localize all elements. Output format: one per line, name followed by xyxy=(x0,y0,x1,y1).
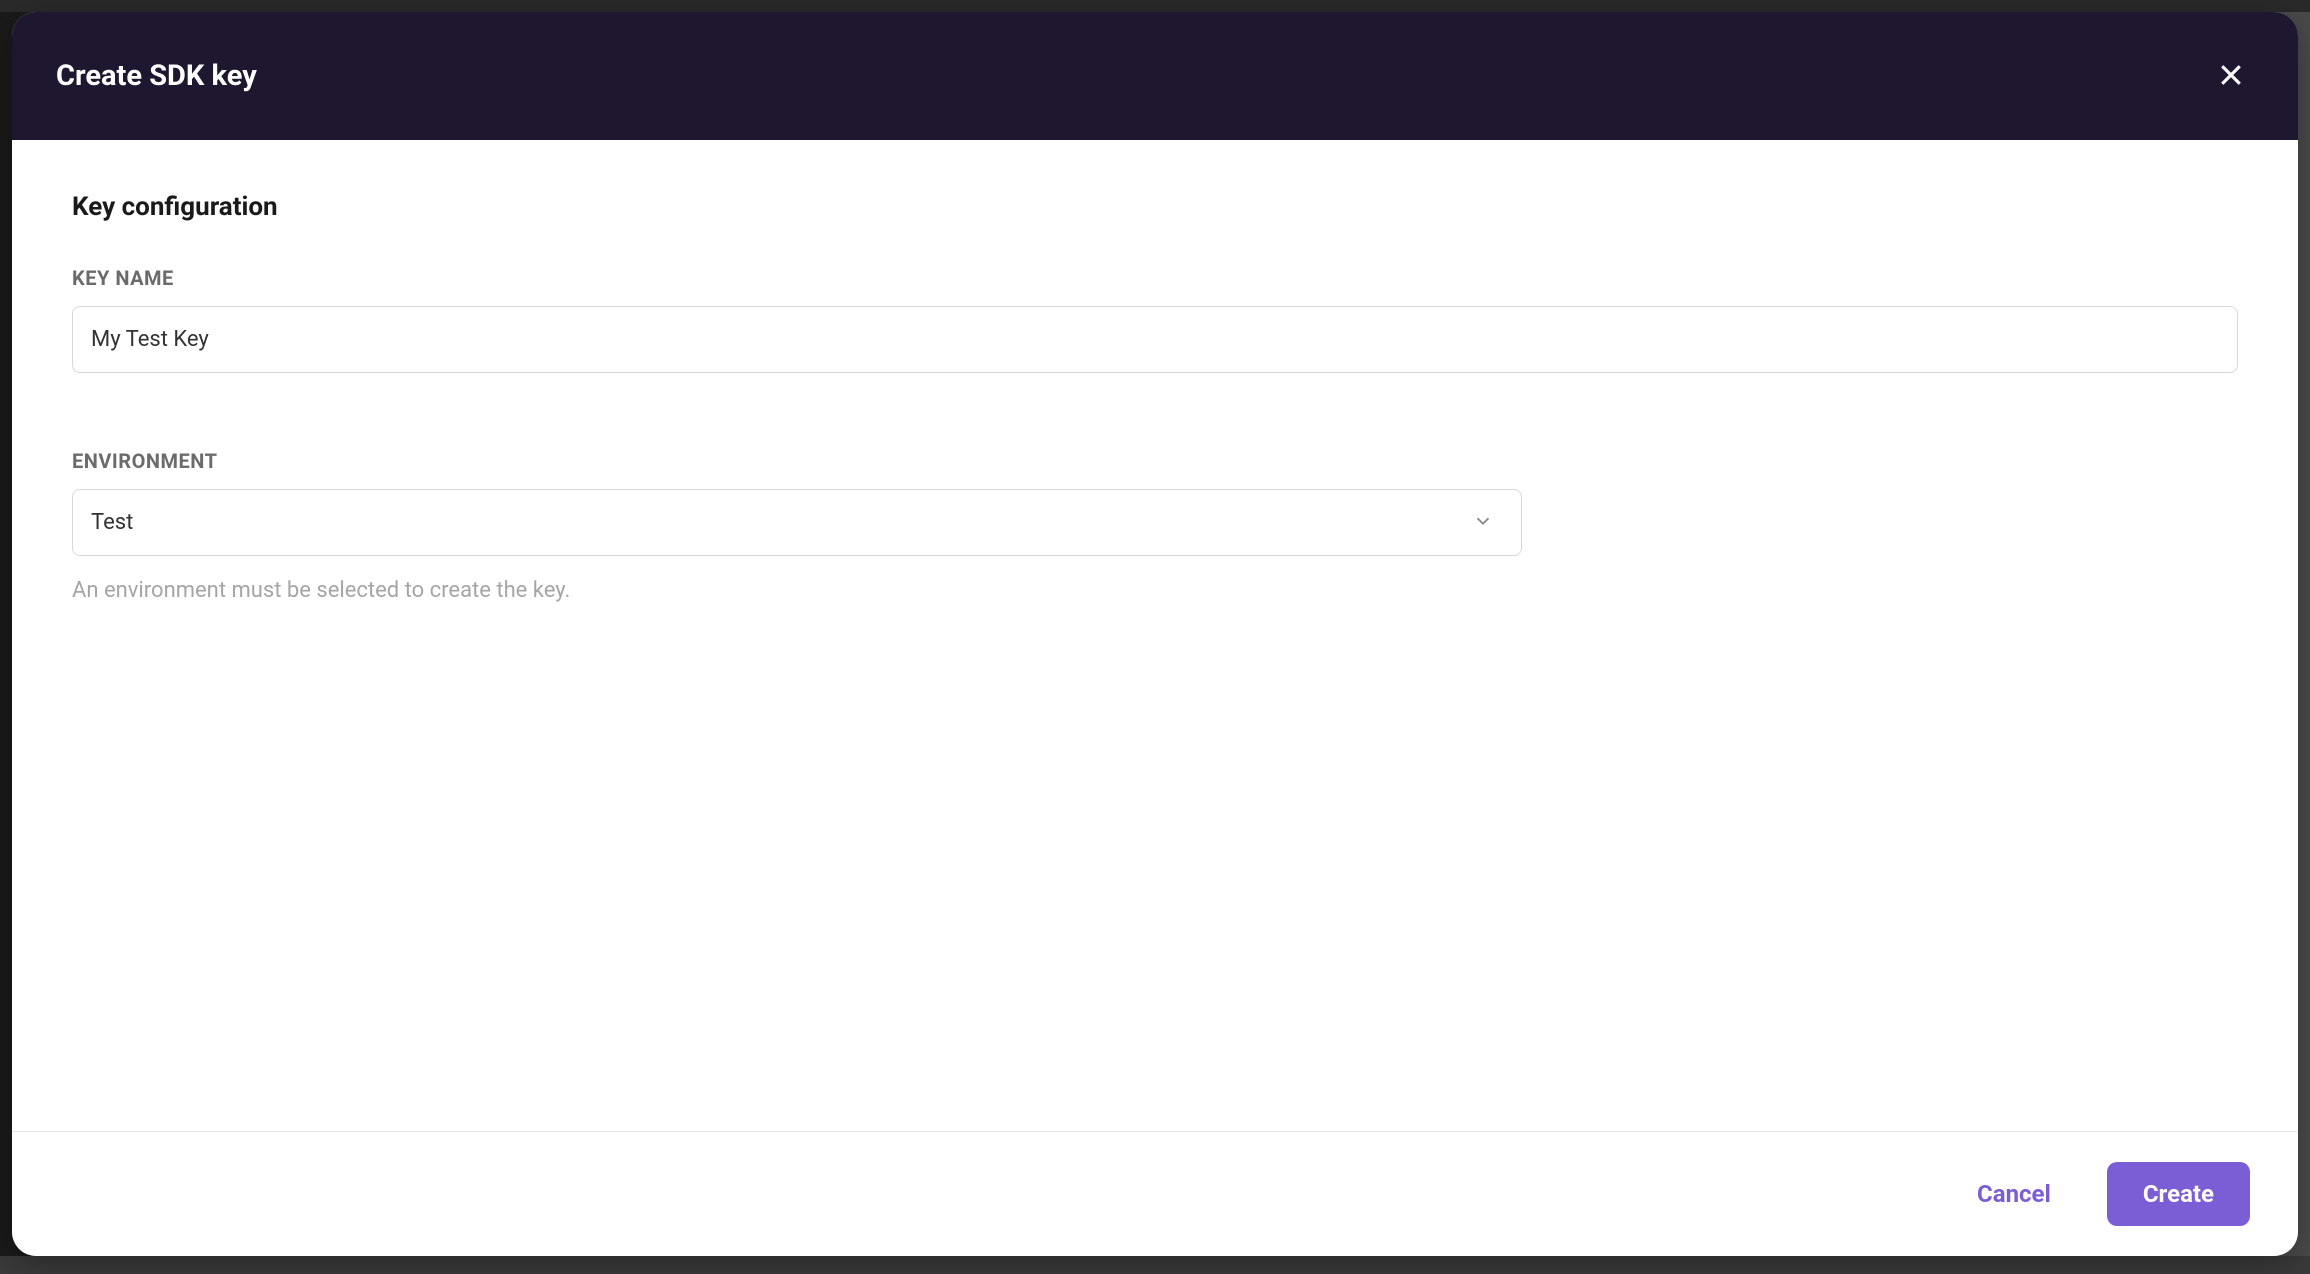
modal-footer: Cancel Create xyxy=(12,1131,2298,1256)
key-name-label: KEY NAME xyxy=(72,266,2238,290)
key-name-input[interactable] xyxy=(72,306,2238,373)
backdrop-bottom xyxy=(0,1256,2310,1274)
environment-label: ENVIRONMENT xyxy=(72,449,2238,473)
create-button[interactable]: Create xyxy=(2107,1162,2250,1226)
close-icon xyxy=(2216,60,2246,93)
environment-select[interactable]: Test xyxy=(72,489,1522,556)
close-button[interactable] xyxy=(2208,52,2254,101)
key-name-group: KEY NAME xyxy=(72,266,2238,373)
cancel-button[interactable]: Cancel xyxy=(1953,1164,2075,1224)
modal-body: Key configuration KEY NAME ENVIRONMENT T… xyxy=(12,140,2298,1131)
environment-helper-text: An environment must be selected to creat… xyxy=(72,578,2238,603)
create-sdk-key-modal: Create SDK key Key configuration KEY NAM… xyxy=(12,12,2298,1256)
backdrop-topbar xyxy=(0,0,2310,12)
section-title: Key configuration xyxy=(72,192,2238,222)
modal-header: Create SDK key xyxy=(12,12,2298,140)
modal-title: Create SDK key xyxy=(56,59,257,93)
environment-group: ENVIRONMENT Test An environment must be … xyxy=(72,449,2238,603)
environment-select-wrapper: Test xyxy=(72,489,1522,556)
